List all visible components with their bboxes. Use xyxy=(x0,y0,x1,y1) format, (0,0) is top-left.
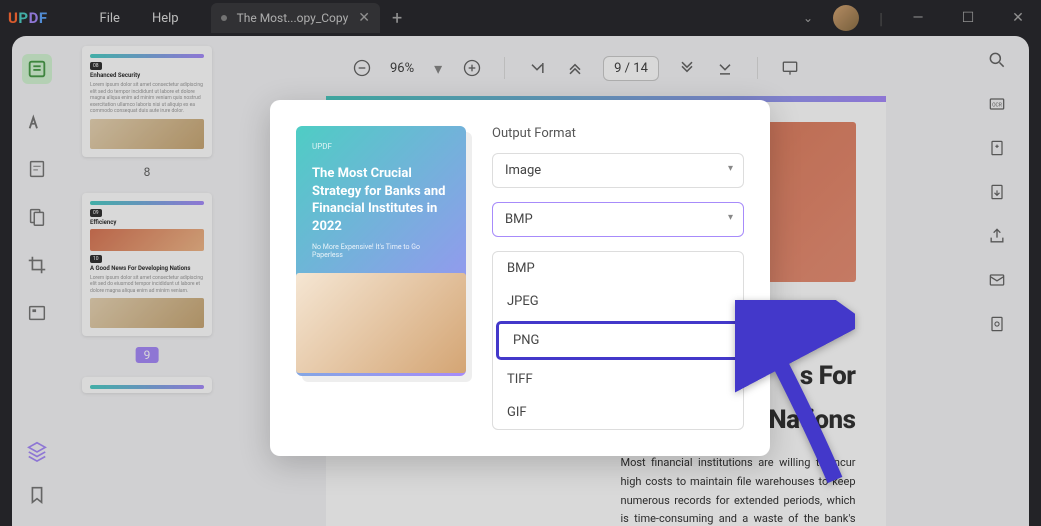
format-option-bmp[interactable]: BMP xyxy=(493,252,743,285)
output-format-label: Output Format xyxy=(492,126,744,141)
format-option-png[interactable]: PNG xyxy=(496,321,740,360)
format-option-tiff[interactable]: TIFF xyxy=(493,363,743,396)
format-option-gif[interactable]: GIF xyxy=(493,396,743,429)
format-option-jpeg[interactable]: JPEG xyxy=(493,285,743,318)
format-type-select[interactable]: BMP xyxy=(492,202,744,237)
export-modal: UPDF The Most Crucial Strategy for Banks… xyxy=(270,100,770,456)
format-dropdown: BMP JPEG PNG TIFF GIF xyxy=(492,251,744,430)
format-category-select[interactable]: Image xyxy=(492,153,744,188)
modal-preview: UPDF The Most Crucial Strategy for Banks… xyxy=(296,126,466,376)
